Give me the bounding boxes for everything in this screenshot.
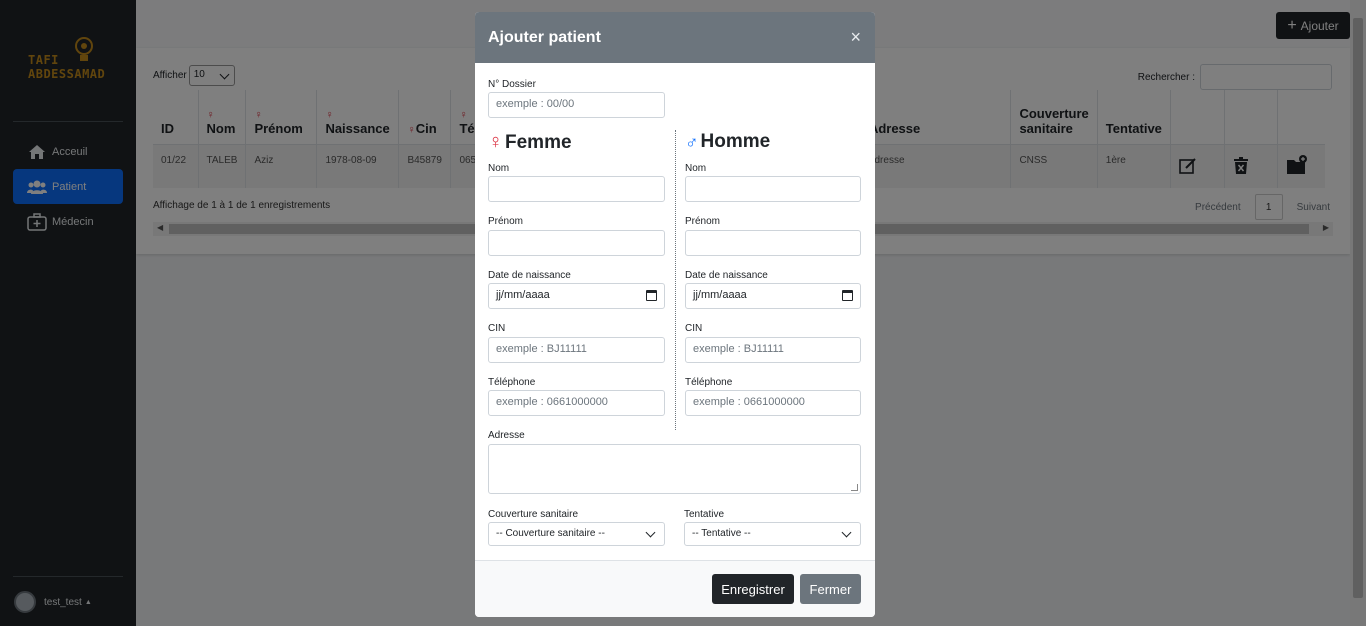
tentative-select[interactable]: -- Tentative --	[684, 522, 861, 546]
femme-nom-label: Nom	[488, 163, 510, 174]
modal-header: Ajouter patient ×	[475, 12, 875, 63]
homme-nom-label: Nom	[685, 163, 707, 174]
couverture-label: Couverture sanitaire	[488, 509, 579, 520]
femme-naissance-input[interactable]: jj/mm/aaaa	[488, 283, 665, 309]
couverture-select[interactable]: -- Couverture sanitaire --	[488, 522, 665, 546]
adresse-textarea[interactable]	[488, 444, 861, 494]
cancel-button[interactable]: Fermer	[800, 574, 861, 604]
male-icon: ♂	[685, 131, 699, 152]
homme-tel-input[interactable]: exemple : 0661000000	[685, 390, 861, 416]
homme-naissance-label: Date de naissance	[685, 270, 768, 281]
chevron-down-icon	[841, 527, 852, 538]
homme-cin-label: CIN	[685, 323, 703, 334]
homme-prenom-label: Prénom	[685, 216, 721, 227]
resize-grip-icon[interactable]	[851, 484, 858, 491]
homme-nom-input[interactable]	[685, 176, 861, 202]
modal-footer: Enregistrer Fermer	[475, 560, 875, 617]
save-button[interactable]: Enregistrer	[712, 574, 794, 604]
homme-naissance-input[interactable]: jj/mm/aaaa	[685, 283, 861, 309]
dossier-input[interactable]: exemple : 00/00	[488, 92, 665, 118]
femme-nom-input[interactable]	[488, 176, 665, 202]
add-patient-modal: Ajouter patient × N° Dossier exemple : 0…	[475, 12, 875, 617]
adresse-label: Adresse	[488, 430, 525, 441]
homme-heading: ♂ Homme	[685, 131, 771, 152]
dossier-label: N° Dossier	[488, 79, 536, 90]
homme-tel-label: Téléphone	[685, 377, 733, 388]
femme-tel-label: Téléphone	[488, 377, 536, 388]
close-icon[interactable]: ×	[850, 28, 861, 46]
calendar-icon[interactable]	[842, 290, 853, 301]
femme-cin-input[interactable]: exemple : BJ11111	[488, 337, 665, 363]
femme-prenom-label: Prénom	[488, 216, 524, 227]
femme-cin-label: CIN	[488, 323, 506, 334]
femme-naissance-label: Date de naissance	[488, 270, 571, 281]
calendar-icon[interactable]	[646, 290, 657, 301]
femme-prenom-input[interactable]	[488, 230, 665, 256]
column-divider	[675, 130, 676, 430]
homme-cin-input[interactable]: exemple : BJ11111	[685, 337, 861, 363]
female-icon: ♀	[488, 131, 503, 153]
tentative-label: Tentative	[684, 509, 725, 520]
homme-prenom-input[interactable]	[685, 230, 861, 256]
chevron-down-icon	[645, 527, 656, 538]
femme-tel-input[interactable]: exemple : 0661000000	[488, 390, 665, 416]
femme-heading: ♀ Femme	[488, 131, 572, 153]
modal-title: Ajouter patient	[488, 28, 601, 46]
